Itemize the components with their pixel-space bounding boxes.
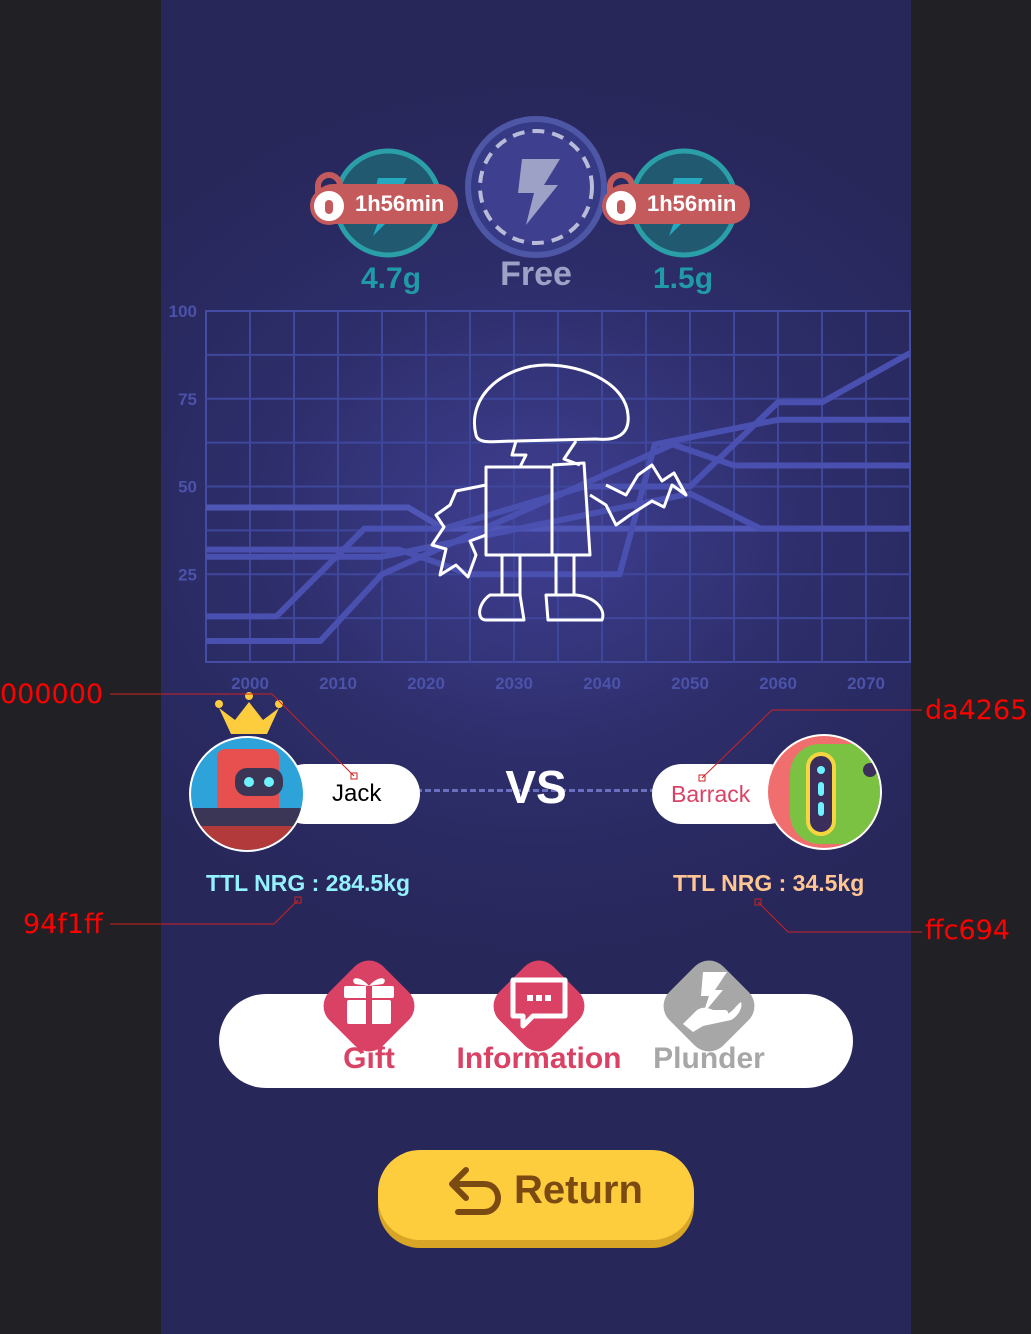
annotation-leader-lines [110,693,922,933]
